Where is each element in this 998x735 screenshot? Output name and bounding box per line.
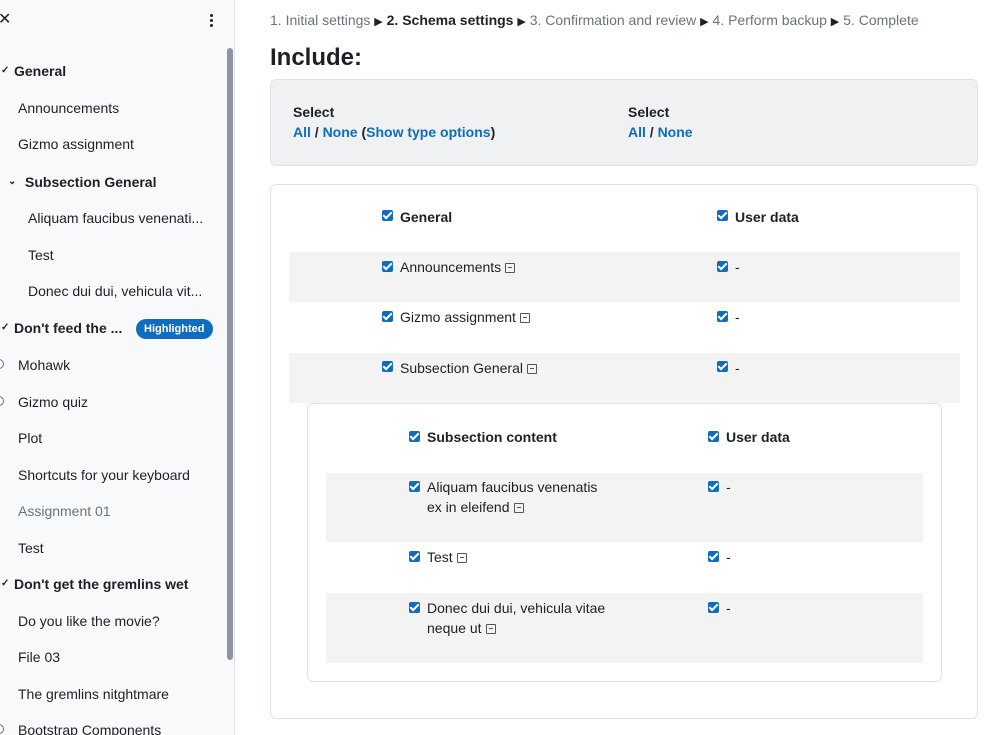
general-checkbox[interactable] [382,210,393,221]
step-arrow-icon: ▶ [830,16,840,28]
chevron-down-icon[interactable]: ⌄ [8,170,18,194]
subsection-general-label: Subsection General [400,358,537,378]
select-all-link[interactable]: All [293,124,311,140]
sidebar-item-donec[interactable]: Donec dui dui, vehicula vit... [28,279,202,303]
step-arrow-icon: ▶ [700,16,709,28]
select-all-userdata-link[interactable]: All [628,124,646,140]
subsection-content-checkbox[interactable] [409,431,420,442]
step-schema-settings: 2. Schema settings [386,12,514,28]
sidebar-item-aliquam[interactable]: Aliquam faucibus venenati... [28,206,203,230]
completion-circle-icon [0,359,4,369]
backup-progress-steps: 1. Initial settings ▶ 2. Schema settings… [270,10,919,30]
sidebar-item-gizmo-quiz[interactable]: Gizmo quiz [0,390,88,414]
aliquam-checkbox[interactable] [409,481,420,492]
subsection-icon [526,364,537,374]
quiz-icon [456,553,467,563]
chevron-down-icon[interactable]: ✓ [1,59,11,83]
page-title: Include: [270,44,363,71]
gizmo-assignment-checkbox[interactable] [382,311,393,322]
userdata-value: - [726,549,731,565]
sidebar-item-mohawk[interactable]: Mohawk [0,353,70,377]
select-none-link[interactable]: None [323,124,358,140]
gizmo-assignment-label: Gizmo assignment [400,307,530,327]
test-label: Test [427,547,467,567]
donec-checkbox[interactable] [409,602,420,613]
sidebar-item-announcements[interactable]: Announcements [18,96,119,120]
sidebar-section-subsection-general[interactable]: ⌄ Subsection General [8,170,156,194]
step-initial-settings[interactable]: 1. Initial settings [270,12,370,28]
userdata-value: - [735,259,740,275]
announcements-userdata-checkbox[interactable] [717,261,728,272]
highlighted-badge: Highlighted [136,319,213,339]
test-userdata-checkbox[interactable] [708,551,719,562]
sidebar-item-test-2[interactable]: Test [18,536,44,560]
completion-circle-icon [0,724,4,734]
forum-icon [485,624,496,634]
sidebar-section-dont-feed[interactable]: ✓ Don't feed the ... [1,316,122,340]
assignment-icon [519,313,530,323]
subsection-userdata-header: User data [726,429,790,445]
gizmo-assignment-userdata-checkbox[interactable] [717,311,728,322]
userdata-value: - [726,600,731,616]
userdata-header: User data [735,209,799,225]
sidebar-section-general[interactable]: ✓ General [1,59,66,83]
subsection-userdata-checkbox[interactable] [708,431,719,442]
select-options-box: Select All / None (Show type options) Se… [270,79,978,166]
announcements-label: Announcements [400,257,516,277]
sidebar-item-nightmare[interactable]: The gremlins nitghtmare [18,682,169,706]
test-checkbox[interactable] [409,551,420,562]
step-arrow-icon: ▶ [374,16,383,28]
aliquam-userdata-checkbox[interactable] [708,481,719,492]
section-general-label: General [400,209,453,225]
general-userdata-checkbox[interactable] [717,210,728,221]
donec-label: Donec dui dui, vehicula vitae neque ut [427,600,606,636]
step-confirmation: 3. Confirmation and review [529,12,697,28]
subsection-content-label: Subsection content [427,429,557,445]
sidebar-scrollbar-thumb[interactable] [227,48,233,660]
subsection-general-userdata-checkbox[interactable] [717,361,728,372]
step-perform-backup: 4. Perform backup [712,12,827,28]
more-options-icon[interactable] [204,10,218,30]
completion-circle-icon [0,396,4,406]
announcements-checkbox[interactable] [382,261,393,272]
subsection-general-checkbox[interactable] [382,361,393,372]
assignment-icon [513,503,524,513]
step-arrow-icon: ▶ [517,16,526,28]
select-left: Select All / None (Show type options) [293,104,496,140]
sidebar-item-gizmo-assignment[interactable]: Gizmo assignment [18,132,134,156]
sidebar-item-file-03[interactable]: File 03 [18,645,60,669]
userdata-value: - [735,360,740,376]
sidebar-item-plot[interactable]: Plot [18,426,42,450]
sidebar-item-test[interactable]: Test [28,243,54,267]
chevron-down-icon[interactable]: ✓ [1,572,11,596]
select-label: Select [628,104,670,120]
userdata-value: - [735,309,740,325]
show-type-options-link[interactable]: Show type options [366,124,490,140]
userdata-value: - [726,479,731,495]
select-right: Select All / None [628,104,693,140]
close-drawer-icon[interactable]: ✕ [0,10,14,30]
sidebar-item-assignment-01[interactable]: Assignment 01 [18,499,111,523]
sidebar-item-movie[interactable]: Do you like the movie? [18,609,160,633]
sidebar-item-shortcuts[interactable]: Shortcuts for your keyboard [18,463,190,487]
sidebar-section-gremlins[interactable]: ✓ Don't get the gremlins wet [1,572,188,596]
select-label: Select [293,104,335,120]
donec-userdata-checkbox[interactable] [708,602,719,613]
select-none-userdata-link[interactable]: None [658,124,693,140]
aliquam-label: Aliquam faucibus venenatis ex in eleifend [427,479,598,515]
chevron-down-icon[interactable]: ✓ [1,316,11,340]
table-row [289,252,960,302]
step-complete: 5. Complete [843,12,919,28]
sidebar-item-bootstrap[interactable]: Bootstrap Components [0,718,161,735]
forum-icon [505,263,516,273]
course-index-drawer: ✕ ✓ General Announcements Gizmo assignme… [0,0,235,735]
